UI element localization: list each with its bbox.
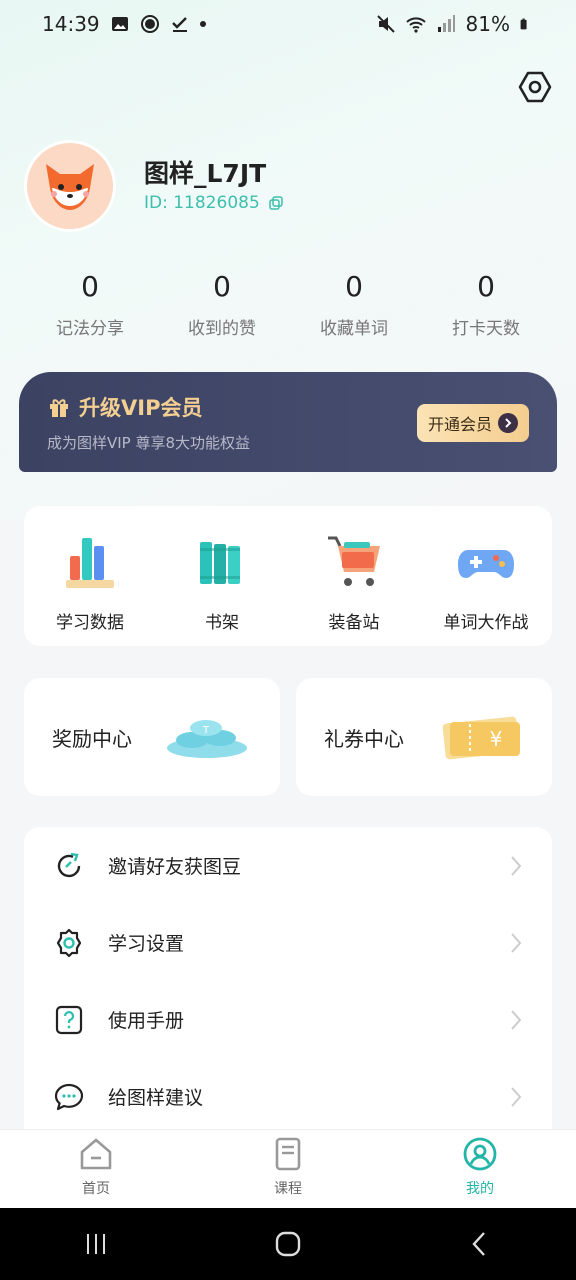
nav-courses[interactable]: 课程	[192, 1130, 384, 1208]
recent-apps-icon[interactable]	[82, 1230, 110, 1258]
settings-button[interactable]	[516, 68, 554, 106]
profile-icon	[463, 1137, 497, 1171]
chevron-right-icon	[511, 1009, 522, 1030]
stat-likes[interactable]: 0 收到的赞	[156, 268, 288, 339]
nav-label: 首页	[82, 1181, 110, 1197]
nav-profile[interactable]: 我的	[384, 1130, 576, 1208]
stat-checkin-days[interactable]: 0 打卡天数	[420, 268, 552, 339]
grid-item-equipment[interactable]: 装备站	[288, 506, 420, 646]
grid-item-study-data[interactable]: 学习数据	[24, 506, 156, 646]
grid-item-word-battle[interactable]: 单词大作战	[420, 506, 552, 646]
chat-icon	[52, 1080, 86, 1114]
system-nav-bar	[0, 1208, 576, 1280]
avatar[interactable]	[24, 140, 116, 232]
coupon-icon: ¥	[442, 716, 520, 760]
open-vip-label: 开通会员	[427, 415, 492, 434]
stat-value: 0	[345, 270, 363, 303]
home-button-icon[interactable]	[274, 1230, 302, 1258]
bottom-nav: 首页 课程 我的	[0, 1130, 576, 1208]
battery-icon	[520, 18, 527, 30]
chevron-right-icon	[511, 932, 522, 953]
menu-label: 邀请好友获图豆	[108, 856, 242, 878]
coupon-center-card[interactable]: 礼券中心 ¥	[296, 678, 552, 796]
vip-banner[interactable]: 升级VIP会员 成为图样VIP 尊享8大功能权益 开通会员	[19, 372, 557, 472]
stat-value: 0	[477, 270, 495, 303]
coins-icon: T	[167, 720, 247, 758]
menu-item-invite[interactable]: 邀请好友获图豆	[24, 827, 552, 904]
invite-icon	[52, 849, 86, 883]
record-icon	[140, 15, 159, 33]
stat-label: 打卡天数	[452, 319, 520, 339]
menu-label: 学习设置	[108, 933, 185, 955]
books-icon	[200, 542, 240, 584]
menu-list: 邀请好友获图豆 学习设置 使用手册 给图样建议	[24, 827, 552, 1147]
course-icon	[275, 1137, 301, 1171]
settings-hex-icon	[518, 71, 552, 103]
stat-label: 收藏单词	[320, 319, 388, 339]
svg-text:T: T	[202, 725, 210, 736]
stat-favorites[interactable]: 0 收藏单词	[288, 268, 420, 339]
chevron-right-icon	[498, 413, 518, 433]
vip-subtitle: 成为图样VIP 尊享8大功能权益	[47, 434, 251, 452]
coupon-center-label: 礼券中心	[324, 726, 404, 751]
help-icon	[52, 1003, 86, 1037]
menu-label: 使用手册	[108, 1010, 185, 1032]
menu-item-study-settings[interactable]: 学习设置	[24, 904, 552, 981]
copy-icon[interactable]	[268, 195, 284, 211]
bar-chart-icon	[66, 538, 114, 588]
stat-shares[interactable]: 0 记法分享	[24, 268, 156, 339]
grid-label: 装备站	[328, 613, 380, 633]
status-bar: 14:39 81%	[0, 0, 576, 48]
stats-row: 0 记法分享 0 收到的赞 0 收藏单词 0 打卡天数	[24, 268, 552, 339]
notification-dot-icon	[199, 21, 206, 27]
nav-home[interactable]: 首页	[0, 1130, 192, 1208]
reward-center-card[interactable]: 奖励中心 T	[24, 678, 280, 796]
gear-icon	[52, 926, 86, 960]
home-icon	[80, 1138, 112, 1170]
battery-percent: 81%	[465, 12, 510, 36]
svg-text:¥: ¥	[490, 727, 503, 751]
menu-item-manual[interactable]: 使用手册	[24, 981, 552, 1058]
gamepad-icon	[458, 550, 514, 578]
menu-item-feedback[interactable]: 给图样建议	[24, 1058, 552, 1135]
user-id: ID: 11826085	[144, 193, 260, 213]
shopping-cart-icon	[328, 536, 380, 586]
wifi-icon	[405, 17, 426, 33]
open-vip-button[interactable]: 开通会员	[417, 404, 529, 442]
menu-label: 给图样建议	[108, 1087, 204, 1109]
gallery-icon	[111, 17, 128, 31]
nav-label: 课程	[274, 1181, 302, 1197]
signal-icon	[437, 15, 455, 32]
check-icon	[171, 17, 187, 32]
reward-center-label: 奖励中心	[52, 726, 132, 751]
grid-label: 书架	[205, 613, 239, 633]
mute-icon	[376, 15, 395, 33]
grid-item-bookshelf[interactable]: 书架	[156, 506, 288, 646]
stat-label: 收到的赞	[188, 319, 256, 339]
stat-value: 0	[81, 270, 99, 303]
nav-label: 我的	[466, 1181, 494, 1197]
back-icon[interactable]	[466, 1230, 494, 1258]
stat-label: 记法分享	[56, 319, 124, 339]
username: 图样_L7JT	[144, 159, 267, 188]
fox-avatar-icon	[46, 164, 94, 210]
user-id-row: ID: 11826085	[144, 193, 284, 213]
vip-title: 升级VIP会员	[79, 396, 203, 420]
chevron-right-icon	[511, 1086, 522, 1107]
grid-label: 单词大作战	[443, 613, 529, 633]
chevron-right-icon	[511, 855, 522, 876]
feature-grid: 学习数据 书架 装备站 单词大作战	[24, 506, 552, 646]
vip-title-row: 升级VIP会员	[47, 392, 202, 422]
gift-icon	[50, 399, 68, 417]
stat-value: 0	[213, 270, 231, 303]
status-time: 14:39	[42, 12, 100, 36]
grid-label: 学习数据	[56, 613, 124, 633]
